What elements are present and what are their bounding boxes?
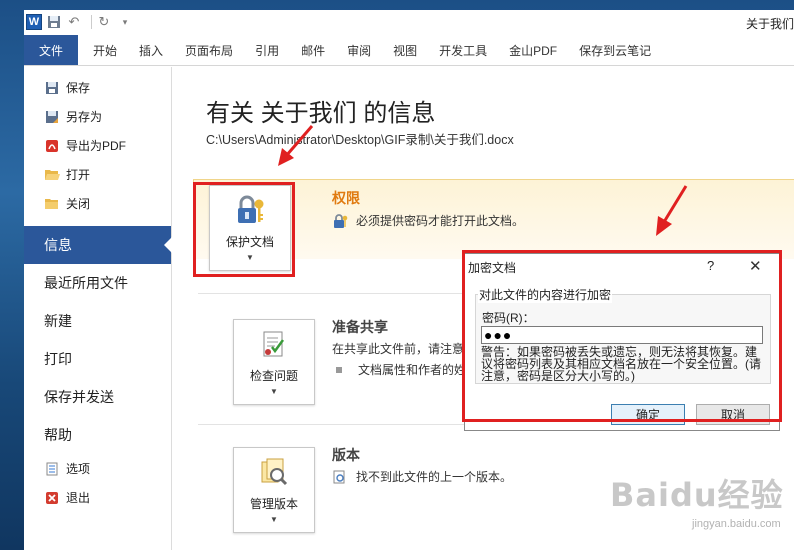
manage-versions-button[interactable]: 管理版本 ▼ (233, 447, 315, 533)
watermark-site: jingyan.baidu.com (692, 518, 781, 530)
sidebar-item-label: 选项 (66, 462, 91, 476)
save-as-icon (44, 109, 60, 125)
sidebar-item-save[interactable]: 保存 (24, 73, 171, 102)
sidebar-item-print[interactable]: 打印 (24, 340, 171, 378)
page-title: 有关 关于我们 的信息 (206, 100, 436, 127)
tab-references[interactable]: 引用 (244, 35, 290, 65)
tab-insert[interactable]: 插入 (128, 35, 174, 65)
pdf-icon (44, 138, 60, 154)
sidebar-item-export-pdf[interactable]: 导出为PDF (24, 131, 171, 160)
highlight-dialog (462, 250, 782, 422)
chevron-down-icon: ▼ (270, 515, 278, 524)
save-icon (44, 80, 60, 96)
document-title: 关于我们 (745, 17, 794, 31)
tab-page-layout[interactable]: 页面布局 (174, 35, 244, 65)
sidebar-item-open[interactable]: 打开 (24, 160, 171, 189)
prepare-sharing-heading: 准备共享 (332, 319, 388, 335)
sidebar-item-help[interactable]: 帮助 (24, 416, 171, 454)
sidebar-item-save-and-send[interactable]: 保存并发送 (24, 378, 171, 416)
tab-view[interactable]: 视图 (382, 35, 428, 65)
annotation-arrow (278, 125, 314, 166)
sidebar-item-info[interactable]: 信息 (24, 226, 172, 264)
versions-text-row: 找不到此文件的上一个版本。 (332, 468, 512, 485)
sidebar-item-save-as[interactable]: 另存为 (24, 102, 171, 131)
open-folder-icon (44, 167, 60, 183)
sidebar-item-label: 保存 (66, 81, 91, 95)
sidebar-item-recent[interactable]: 最近所用文件 (24, 264, 171, 302)
tab-mailings[interactable]: 邮件 (290, 35, 336, 65)
backstage-sidebar: 保存 另存为 导出为PDF 打开 关闭 信息 最近所用文件 新建 打印 保存并发… (24, 67, 172, 550)
lock-icon (332, 213, 348, 229)
manage-versions-icon (258, 456, 290, 488)
toolbar-separator (91, 15, 92, 29)
tab-file[interactable]: 文件 (24, 35, 79, 65)
document-path: C:\Users\Administrator\Desktop\GIF录制\关于我… (206, 133, 514, 147)
sidebar-item-exit[interactable]: 退出 (24, 483, 171, 512)
prepare-sharing-bullet-row: 文档属性和作者的姓名 (336, 361, 478, 378)
options-icon (44, 461, 60, 477)
word-icon[interactable]: W (26, 14, 42, 30)
permissions-text: 必须提供密码才能打开此文档。 (356, 214, 525, 228)
permissions-text-row: 必须提供密码才能打开此文档。 (332, 212, 524, 229)
sidebar-item-close[interactable]: 关闭 (24, 189, 171, 218)
tab-review[interactable]: 审阅 (336, 35, 382, 65)
inspect-document-icon (258, 328, 290, 360)
title-bar: W ↶ ↻ ▾ 关于我们 (24, 10, 794, 34)
tab-save-to-cloud-notes[interactable]: 保存到云笔记 (568, 35, 662, 65)
save-icon[interactable] (47, 13, 61, 31)
highlight-protect-button (193, 182, 295, 277)
versions-heading: 版本 (332, 447, 360, 463)
customize-toolbar-icon[interactable]: ▾ (117, 13, 133, 31)
ribbon-tabs: 文件 开始 插入 页面布局 引用 邮件 审阅 视图 开发工具 金山PDF 保存到… (24, 34, 794, 66)
sidebar-item-label: 打开 (66, 168, 91, 182)
redo-icon[interactable]: ↻ (96, 13, 112, 31)
version-document-icon (332, 470, 346, 484)
bullet-icon (336, 366, 342, 373)
permissions-heading: 权限 (332, 190, 360, 206)
sidebar-item-new[interactable]: 新建 (24, 302, 171, 340)
versions-text: 找不到此文件的上一个版本。 (356, 470, 513, 484)
chevron-down-icon: ▼ (270, 387, 278, 396)
annotation-arrow (656, 185, 688, 236)
sidebar-item-label: 关闭 (66, 197, 91, 211)
sidebar-item-label: 导出为PDF (66, 139, 127, 153)
sidebar-item-options[interactable]: 选项 (24, 454, 171, 483)
prepare-sharing-bullet: 文档属性和作者的姓名 (358, 363, 479, 377)
exit-icon (44, 490, 60, 506)
undo-icon[interactable]: ↶ (66, 13, 82, 31)
sidebar-item-label: 退出 (66, 491, 91, 505)
sidebar-item-label: 另存为 (66, 110, 103, 124)
check-for-issues-label: 检查问题 (249, 369, 298, 383)
tab-home[interactable]: 开始 (82, 35, 128, 65)
tab-kingsoft-pdf[interactable]: 金山PDF (498, 35, 568, 65)
prepare-sharing-text: 在共享此文件前，请注意其 (332, 342, 477, 356)
baidu-watermark: Baidu经验 jingyan.baidu.com (610, 470, 790, 548)
baidu-logo: Baidu经验 (610, 476, 784, 514)
manage-versions-label: 管理版本 (249, 497, 298, 511)
close-folder-icon (44, 196, 60, 212)
check-for-issues-button[interactable]: 检查问题 ▼ (233, 319, 315, 405)
tab-developer[interactable]: 开发工具 (428, 35, 498, 65)
